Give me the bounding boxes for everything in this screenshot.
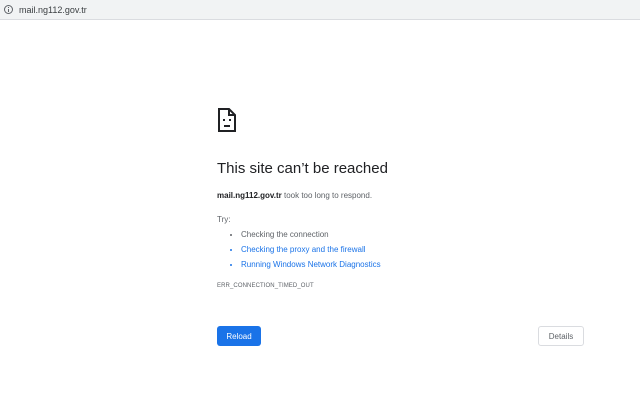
error-code: ERR_CONNECTION_TIMED_OUT	[217, 283, 314, 289]
url-text[interactable]: mail.ng112.gov.tr	[19, 0, 87, 20]
info-icon[interactable]	[4, 5, 13, 14]
reload-button[interactable]: Reload	[217, 326, 261, 346]
suggestion-network-diagnostics-link[interactable]: Running Windows Network Diagnostics	[241, 260, 381, 275]
suggestion-check-proxy-link[interactable]: Checking the proxy and the firewall	[241, 245, 381, 260]
try-label: Try:	[217, 215, 231, 224]
error-summary: mail.ng112.gov.tr took too long to respo…	[217, 191, 372, 200]
page-title: This site can’t be reached	[217, 160, 388, 177]
summary-host: mail.ng112.gov.tr	[217, 191, 282, 200]
suggestion-check-connection: Checking the connection	[241, 230, 381, 245]
address-bar[interactable]: mail.ng112.gov.tr	[0, 0, 640, 20]
suggestions-list: Checking the connection Checking the pro…	[217, 230, 381, 275]
details-button[interactable]: Details	[538, 326, 584, 346]
summary-text: took too long to respond.	[281, 191, 373, 200]
sad-page-icon	[218, 108, 236, 132]
